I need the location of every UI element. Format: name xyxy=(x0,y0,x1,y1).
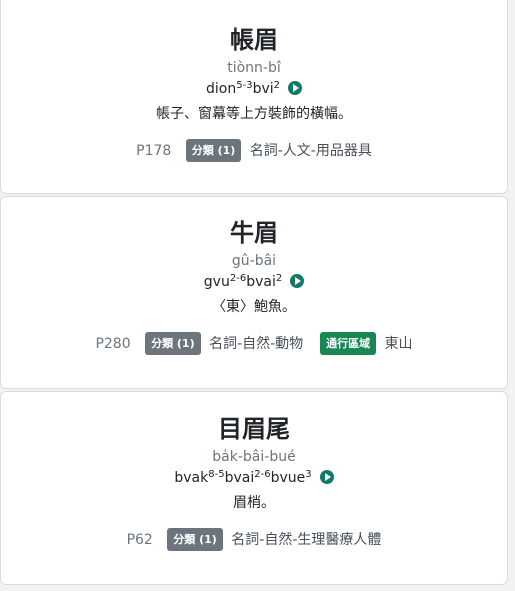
page-number: P178 xyxy=(136,143,172,159)
region-label: 東山 xyxy=(384,336,413,352)
tone-mark: 2 xyxy=(275,273,283,284)
tone-mark: 2-6 xyxy=(229,273,247,284)
play-circle-icon[interactable] xyxy=(319,470,334,484)
category-badge[interactable]: 分類 (1) xyxy=(167,528,223,551)
entry-card: 牛眉 gû-bâi gvu2-6bvai2 〈東〉鮑魚。 P280 分類 (1)… xyxy=(0,196,508,389)
page-number: P62 xyxy=(126,532,153,548)
tone-mark: 2 xyxy=(273,80,280,91)
pron-syllable: gvu xyxy=(203,274,230,290)
tone-mark: 3 xyxy=(305,469,312,480)
play-circle-icon[interactable] xyxy=(288,81,302,95)
pronunciation: dion5-3bvi2 xyxy=(1,80,507,98)
pronunciation: gvu2-6bvai2 xyxy=(1,273,507,291)
category-label: 名詞-自然-動物 xyxy=(209,336,304,352)
romanization: gû-bâi xyxy=(231,253,277,269)
headword: 牛眉 xyxy=(230,219,278,247)
pron-syllable: bvi xyxy=(252,81,274,97)
entry-list: 帳眉 tiònn-bî dion5-3bvi2 帳子、窗幕等上方裝飾的橫幅。 P… xyxy=(0,0,515,591)
pron-syllable: bvak xyxy=(174,470,209,486)
headword: 帳眉 xyxy=(230,26,278,54)
entry-card: 帳眉 tiònn-bî dion5-3bvi2 帳子、窗幕等上方裝飾的橫幅。 P… xyxy=(0,0,508,194)
category-badge[interactable]: 分類 (1) xyxy=(185,139,242,162)
tone-mark: 2-6 xyxy=(254,469,271,480)
romanization: ba̍k-bâi-bué xyxy=(212,449,296,465)
pron-syllable: dion xyxy=(206,81,237,97)
category-label: 名詞-人文-用品器具 xyxy=(249,143,372,159)
pron-syllable: bvai xyxy=(246,274,276,290)
page-number: P280 xyxy=(95,336,131,352)
category-badge[interactable]: 分類 (1) xyxy=(145,332,201,355)
entry-card: 目眉尾 ba̍k-bâi-bué bvak8-5bvai2-6bvue3 眉梢。… xyxy=(0,391,508,585)
definition: 帳子、窗幕等上方裝飾的橫幅。 xyxy=(156,106,352,122)
tone-mark: 8-5 xyxy=(208,469,225,480)
pronunciation: bvak8-5bvai2-6bvue3 xyxy=(1,469,507,487)
headword: 目眉尾 xyxy=(218,415,290,443)
romanization: tiònn-bî xyxy=(227,60,281,76)
definition: 〈東〉鮑魚。 xyxy=(212,299,296,315)
pron-syllable: bvai xyxy=(224,470,255,486)
pron-syllable: bvue xyxy=(270,470,306,486)
region-badge[interactable]: 通行區域 xyxy=(320,332,377,355)
definition: 眉梢。 xyxy=(233,495,275,511)
category-label: 名詞-自然-生理醫療人體 xyxy=(231,532,382,548)
tone-mark: 5-3 xyxy=(236,80,253,91)
entry-meta: P178 分類 (1) 名詞-人文-用品器具 xyxy=(1,139,507,163)
entry-meta: P62 分類 (1) 名詞-自然-生理醫療人體 xyxy=(1,528,507,552)
entry-meta: P280 分類 (1) 名詞-自然-動物 通行區域 東山 xyxy=(1,332,507,356)
play-circle-icon[interactable] xyxy=(290,274,305,288)
